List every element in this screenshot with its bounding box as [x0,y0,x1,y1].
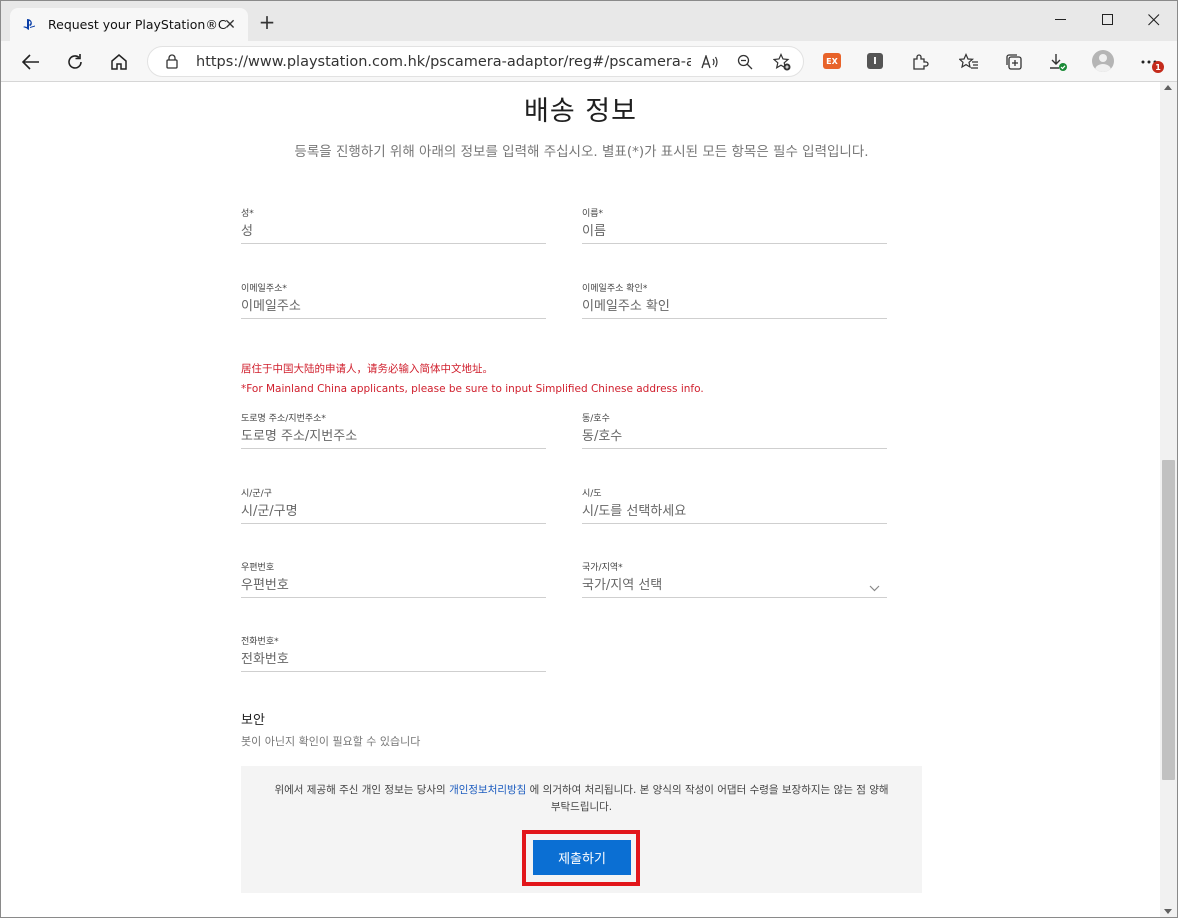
first-name-label: 이름* [582,209,604,219]
playstation-icon [22,18,36,32]
province-input[interactable]: 시/도를 선택하세요 [582,500,686,519]
close-tab-icon[interactable]: ✕ [222,17,238,33]
scroll-down-icon[interactable] [1164,909,1172,914]
last-name-label: 성* [241,209,254,219]
security-description: 봇이 아닌지 확인이 필요할 수 있습니다 [241,735,421,748]
ex-extension-icon[interactable]: EX [823,53,841,69]
profile-avatar[interactable] [1092,50,1114,72]
postal-code-input[interactable]: 우편번호 [241,574,289,593]
page-subtitle: 등록을 진행하기 위해 아래의 정보를 입력해 주십시오. 별표(*)가 표시된… [294,144,869,160]
first-name-field[interactable]: 이름* 이름 [582,206,887,244]
city-label: 시/군/구 [241,489,272,499]
browser-tab[interactable]: Request your PlayStation®Camera ✕ [10,8,248,41]
browser-window: Request your PlayStation®Camera ✕ + htt [0,0,1178,918]
privacy-notice-box: 위에서 제공해 주신 개인 정보는 당사의 개인정보처리방침 에 의거하여 처리… [241,766,922,893]
new-tab-icon[interactable]: + [257,12,277,32]
info-extension-icon[interactable]: I [867,53,883,69]
email-field[interactable]: 이메일주소* 이메일주소 [241,281,546,319]
tab-title: Request your PlayStation®Camera [48,17,226,32]
privacy-policy-link[interactable]: 개인정보처리방침 [449,784,526,796]
tab-strip: Request your PlayStation®Camera ✕ + [1,1,1177,41]
country-select-value[interactable]: 국가/지역 선택 [582,574,662,593]
scroll-thumb[interactable] [1162,460,1175,780]
back-icon[interactable] [18,49,44,75]
minimize-icon[interactable] [1050,9,1072,31]
postal-code-label: 우편번호 [241,563,275,573]
downloads-icon[interactable] [1045,49,1071,75]
browser-toolbar: https://www.playstation.com.hk/pscamera-… [1,41,1177,82]
collections-icon[interactable] [1001,49,1027,75]
email-confirm-field[interactable]: 이메일주소 확인* 이메일주소 확인 [582,281,887,319]
country-label: 국가/지역* [582,563,623,573]
zoom-icon[interactable] [732,49,758,75]
page-content: 배송 정보 등록을 진행하기 위해 아래의 정보를 입력해 주십시오. 별표(*… [1,82,1160,917]
postal-code-field[interactable]: 우편번호 우편번호 [241,560,546,598]
scroll-up-icon[interactable] [1164,85,1172,90]
email-confirm-label: 이메일주소 확인* [582,284,648,294]
vertical-scrollbar[interactable] [1160,82,1177,917]
province-label: 시/도 [582,489,602,499]
address-input[interactable]: 도로명 주소/지번주소 [241,425,357,444]
province-field[interactable]: 시/도 시/도를 선택하세요 [582,486,887,524]
extensions-icon[interactable] [907,49,933,75]
phone-input[interactable]: 전화번호 [241,648,289,667]
security-title: 보안 [241,713,265,728]
privacy-notice-text: 위에서 제공해 주신 개인 정보는 당사의 개인정보처리방침 에 의거하여 처리… [271,782,892,816]
notification-badge: 1 [1152,61,1164,73]
page-title: 배송 정보 [524,96,637,127]
email-confirm-input[interactable]: 이메일주소 확인 [582,295,670,314]
unit-field[interactable]: 동/호수 동/호수 [582,411,887,449]
address-bar[interactable]: https://www.playstation.com.hk/pscamera-… [147,46,804,77]
chevron-down-icon[interactable] [869,577,880,596]
add-favorite-icon[interactable] [769,49,795,75]
home-icon[interactable] [106,49,132,75]
refresh-icon[interactable] [62,49,88,75]
read-aloud-icon[interactable] [697,49,723,75]
address-label: 도로명 주소/지번주소* [241,414,326,424]
city-field[interactable]: 시/군/구 시/군/구명 [241,486,546,524]
lock-icon[interactable] [166,54,178,73]
address-field[interactable]: 도로명 주소/지번주소* 도로명 주소/지번주소 [241,411,546,449]
notice-text-after: 에 의거하여 처리됩니다. 본 양식의 작성이 어댑터 수령을 보장하지는 않는… [526,784,889,813]
favorites-icon[interactable] [956,49,982,75]
first-name-input[interactable]: 이름 [582,220,606,239]
window-close-icon[interactable] [1143,9,1165,31]
phone-field[interactable]: 전화번호* 전화번호 [241,634,546,672]
submit-button[interactable]: 제출하기 [533,840,631,875]
china-address-warning-en: *For Mainland China applicants, please b… [241,383,704,395]
china-address-warning-cn: 居住于中国大陆的申请人，请务必输入简体中文地址。 [241,363,493,375]
last-name-input[interactable]: 성 [241,220,253,239]
email-input[interactable]: 이메일주소 [241,295,301,314]
maximize-icon[interactable] [1097,9,1119,31]
phone-label: 전화번호* [241,637,279,647]
city-input[interactable]: 시/군/구명 [241,500,298,519]
unit-label: 동/호수 [582,414,610,424]
email-label: 이메일주소* [241,284,287,294]
url-text: https://www.playstation.com.hk/pscamera-… [196,54,691,70]
country-select[interactable]: 국가/지역* 국가/지역 선택 [582,560,887,598]
notice-text-before: 위에서 제공해 주신 개인 정보는 당사의 [274,784,450,796]
last-name-field[interactable]: 성* 성 [241,206,546,244]
unit-input[interactable]: 동/호수 [582,425,622,444]
